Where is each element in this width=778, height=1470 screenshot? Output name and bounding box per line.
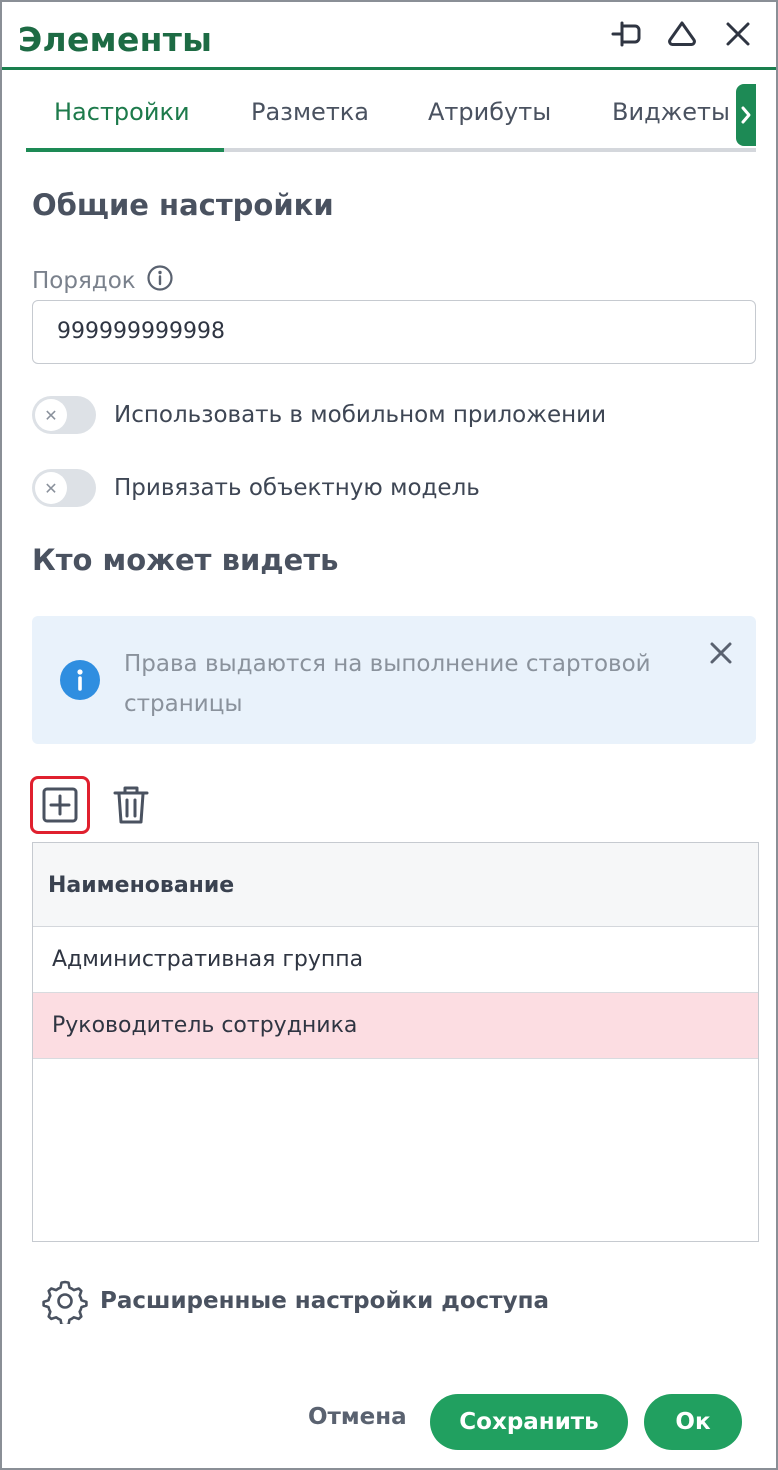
mobile-app-toggle-label: Использовать в мобильном приложении xyxy=(114,402,607,428)
table-row-selected[interactable]: Руководитель сотрудника xyxy=(33,993,758,1059)
order-input[interactable]: 999999999998 xyxy=(32,300,756,364)
close-icon[interactable] xyxy=(706,638,736,668)
cancel-button[interactable]: Отмена xyxy=(308,1404,407,1430)
object-model-toggle[interactable]: ✕ xyxy=(32,469,96,507)
info-outline-icon[interactable] xyxy=(146,264,174,298)
advanced-access-settings-label: Расширенные настройки доступа xyxy=(100,1288,550,1314)
add-button[interactable] xyxy=(30,776,90,834)
info-banner: Права выдаются на выполнение стартовой с… xyxy=(32,616,756,744)
active-tab-indicator xyxy=(26,148,224,152)
tab-markup[interactable]: Разметка xyxy=(251,98,369,126)
elements-panel: Элементы Настройки Разметка Атрибуты Вид… xyxy=(0,0,778,1470)
pin-icon[interactable] xyxy=(610,16,646,52)
who-can-see-heading: Кто может видеть xyxy=(32,543,339,577)
chevron-right-icon xyxy=(741,106,751,124)
tab-widgets[interactable]: Виджеты xyxy=(612,98,730,126)
plus-square-icon xyxy=(42,787,78,823)
delete-button[interactable] xyxy=(108,782,154,828)
trash-icon xyxy=(113,786,149,824)
access-table: Наименование Административная группа Рук… xyxy=(32,842,759,1242)
info-banner-text: Права выдаются на выполнение стартовой с… xyxy=(124,651,651,717)
order-label: Порядок xyxy=(32,268,136,294)
table-header-name[interactable]: Наименование xyxy=(33,843,758,927)
mobile-app-toggle[interactable]: ✕ xyxy=(32,396,96,434)
gear-icon xyxy=(42,1280,88,1324)
tab-attributes[interactable]: Атрибуты xyxy=(428,98,551,126)
table-row[interactable]: Административная группа xyxy=(33,927,758,993)
ok-button[interactable]: Ок xyxy=(644,1394,742,1450)
tab-bar: Настройки Разметка Атрибуты Виджеты xyxy=(26,78,756,152)
close-icon[interactable] xyxy=(720,16,756,52)
save-button[interactable]: Сохранить xyxy=(430,1394,628,1450)
tabs-scroll-right-button[interactable] xyxy=(736,84,756,146)
object-model-toggle-row: ✕ Привязать объектную модель xyxy=(32,469,480,507)
general-settings-heading: Общие настройки xyxy=(32,188,334,222)
toggle-off-icon: ✕ xyxy=(35,472,67,504)
info-icon xyxy=(60,660,100,700)
toggle-off-icon: ✕ xyxy=(35,399,67,431)
advanced-access-settings-link[interactable]: Расширенные настройки доступа xyxy=(42,1278,549,1324)
panel-title: Элементы xyxy=(18,20,213,59)
panel-header: Элементы xyxy=(2,2,776,70)
object-model-toggle-label: Привязать объектную модель xyxy=(114,475,480,501)
mobile-app-toggle-row: ✕ Использовать в мобильном приложении xyxy=(32,396,606,434)
order-label-row: Порядок xyxy=(32,264,174,298)
collapse-icon[interactable] xyxy=(664,16,700,52)
tab-settings[interactable]: Настройки xyxy=(54,98,190,126)
